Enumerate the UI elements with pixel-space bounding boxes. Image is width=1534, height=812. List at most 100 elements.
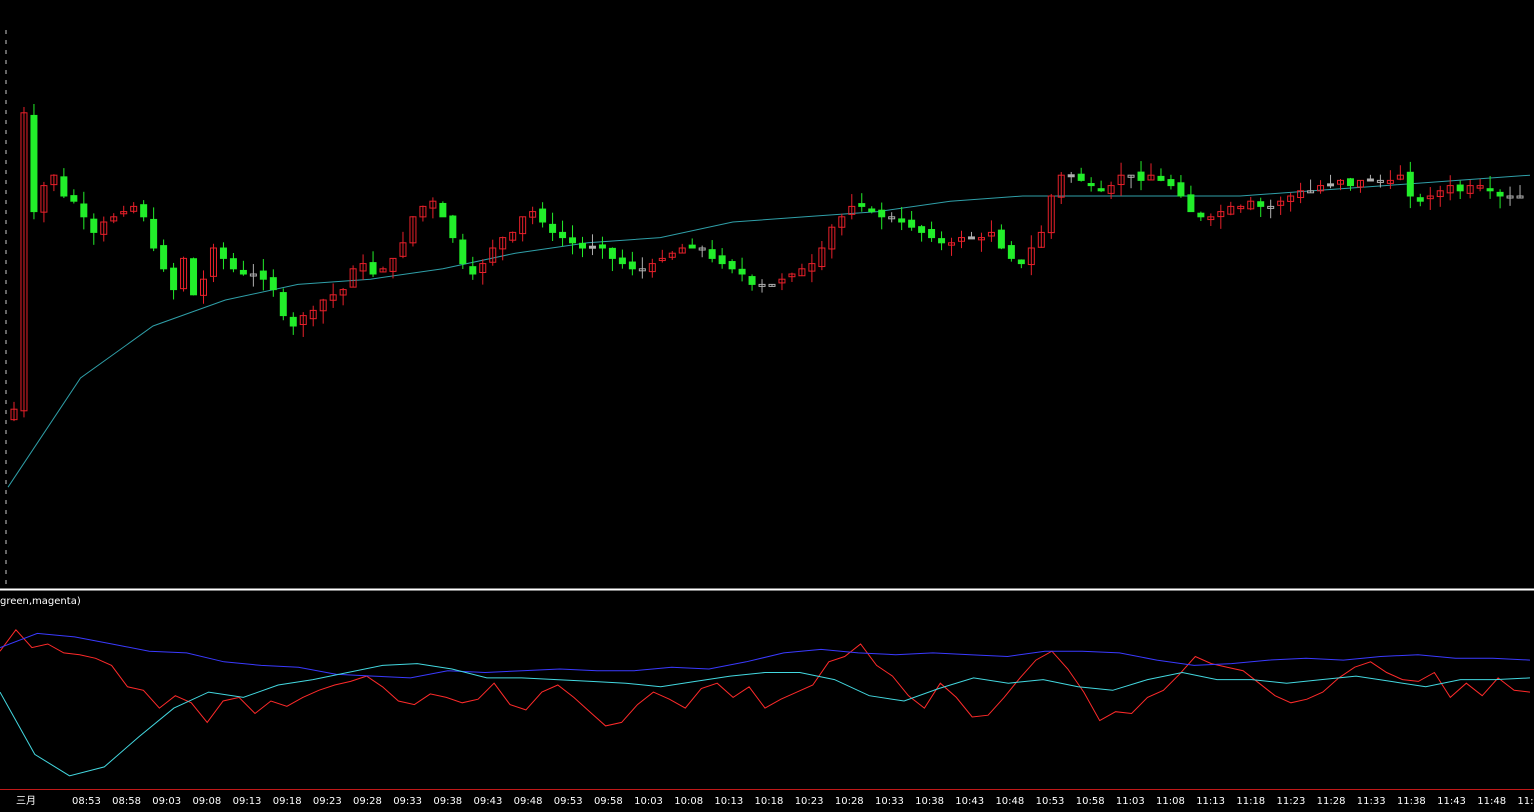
candle-body (908, 219, 916, 228)
time-tick-label: 08:53 (72, 796, 101, 807)
candle-body (618, 257, 626, 265)
time-tick-label: 11:48 (1477, 796, 1506, 807)
candle-body (569, 237, 577, 244)
time-tick-label: 11:23 (1277, 796, 1306, 807)
candle-body (608, 247, 616, 259)
time-tick-label: 10:38 (915, 796, 944, 807)
time-tick-label: 09:13 (233, 796, 262, 807)
time-tick-label: 10:33 (875, 796, 904, 807)
candle-body (1017, 259, 1025, 265)
candle-body (1257, 201, 1265, 207)
time-tick-label: 08:58 (112, 796, 141, 807)
candle-body (459, 239, 467, 265)
candle-body (918, 226, 926, 233)
background (0, 0, 1534, 812)
candle-body (1087, 183, 1095, 187)
time-tick-label: 11:08 (1156, 796, 1185, 807)
candle-body (30, 114, 38, 213)
time-tick-label: 09:43 (474, 796, 503, 807)
candle-body (70, 195, 78, 202)
candle-body (1067, 174, 1075, 178)
candle-body (239, 269, 247, 275)
candle-body (539, 208, 547, 223)
candle-body (449, 215, 457, 239)
time-tick-label: 11:18 (1236, 796, 1265, 807)
candle-body (90, 218, 98, 233)
candle-body (369, 262, 377, 275)
time-tick-label: 09:23 (313, 796, 342, 807)
time-tick-label: 09:53 (554, 796, 583, 807)
candle-body (868, 208, 876, 213)
candle-body (688, 244, 696, 249)
time-tick-label: 09:58 (594, 796, 623, 807)
chart-canvas: green,magenta) 三月 08:53 08:58 09:03 09:08 09:… (0, 0, 1534, 812)
time-tick-label: 10:08 (674, 796, 703, 807)
candle-body (60, 176, 68, 197)
time-tick-label: 10:18 (755, 796, 784, 807)
time-tick-label: 09:08 (192, 796, 221, 807)
candle-body (718, 255, 726, 265)
time-tick-label: 10:03 (634, 796, 663, 807)
candle-body (588, 245, 596, 249)
time-tick-label: 11:38 (1397, 796, 1426, 807)
time-tick-label: 11:03 (1116, 796, 1145, 807)
time-tick-label: 11:33 (1357, 796, 1386, 807)
candle-body (1137, 171, 1145, 181)
time-tick-label: 09:28 (353, 796, 382, 807)
candle-body (1187, 194, 1195, 213)
time-tick-label: 09:03 (152, 796, 181, 807)
time-tick-label: 10:13 (714, 796, 743, 807)
candle-body (80, 203, 88, 218)
candle-body (549, 223, 557, 233)
candle-body (259, 270, 267, 280)
time-tick-label: 11:43 (1437, 796, 1466, 807)
candle-body (1167, 179, 1175, 187)
candle-body (160, 245, 168, 270)
candle-body (140, 204, 148, 218)
candle-body (708, 249, 716, 259)
candle-body (598, 244, 606, 249)
candle-body (1406, 171, 1414, 197)
candle-body (289, 316, 297, 327)
candle-body (928, 229, 936, 239)
candle-body (728, 261, 736, 270)
time-tick-label: 10:28 (835, 796, 864, 807)
time-tick-label: 09:48 (514, 796, 543, 807)
candle-body (1346, 178, 1354, 187)
candle-body (967, 236, 975, 240)
candle-body (1197, 212, 1205, 218)
time-tick-label: 11:13 (1196, 796, 1225, 807)
candle-body (1416, 197, 1424, 202)
candle-body (219, 247, 227, 259)
time-tick-label: 10:43 (955, 796, 984, 807)
time-tick-label: 09:33 (393, 796, 422, 807)
candle-body (1177, 182, 1185, 197)
candle-body (858, 203, 866, 207)
candle-body (628, 261, 636, 270)
candle-body (1097, 188, 1105, 192)
time-tick-label: 09:38 (433, 796, 462, 807)
candle-body (170, 267, 178, 291)
candle-body (559, 231, 567, 239)
candle-body (150, 218, 158, 249)
candle-body (898, 218, 906, 223)
time-tick-label: 三月 (16, 795, 36, 807)
candle-body (1496, 191, 1504, 197)
time-tick-label: 11:5 (1517, 796, 1534, 807)
time-tick-label: 10:48 (995, 796, 1024, 807)
candle-body (1486, 188, 1494, 192)
candle-body (748, 276, 756, 285)
candle-body (279, 292, 287, 317)
candle-body (190, 258, 198, 296)
time-tick-label: 10:23 (795, 796, 824, 807)
candle-body (269, 277, 277, 291)
time-tick-label: 10:58 (1076, 796, 1105, 807)
candle-body (469, 266, 477, 275)
candle-body (878, 209, 886, 218)
candle-body (1456, 184, 1464, 192)
candle-body (579, 242, 586, 249)
candle-body (439, 202, 447, 218)
candle-body (229, 258, 237, 270)
indicator-title: green,magenta) (0, 596, 81, 607)
time-tick-label: 09:18 (273, 796, 302, 807)
